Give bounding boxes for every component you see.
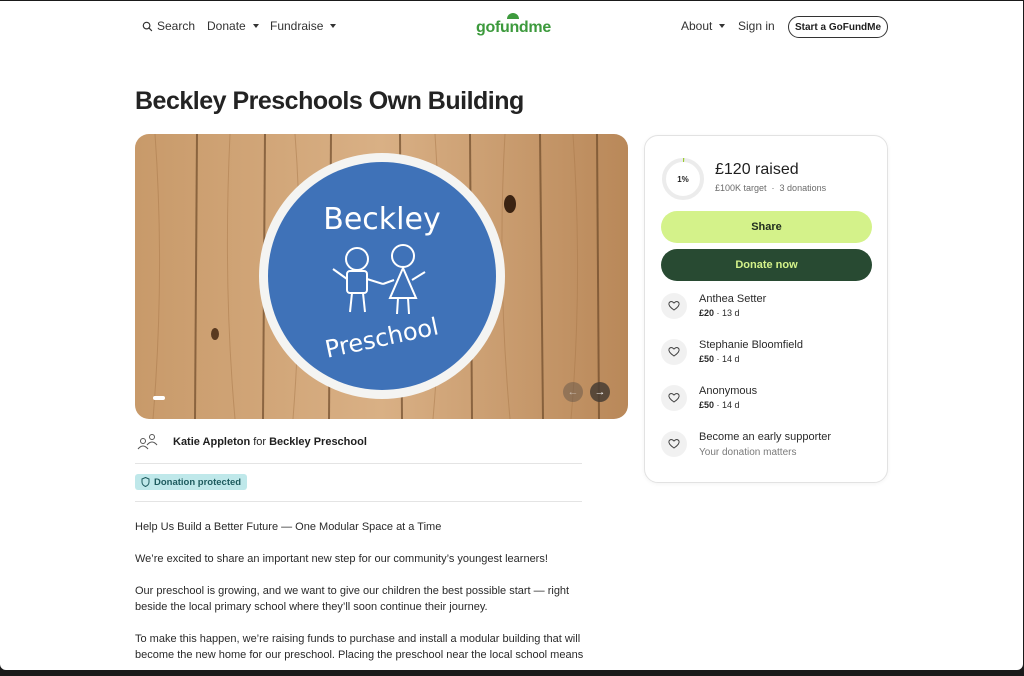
donor-name: Anonymous	[699, 385, 758, 397]
fundraise-menu[interactable]: Fundraise	[270, 19, 337, 33]
donor-amount: £50	[699, 354, 715, 364]
share-button[interactable]: Share	[661, 211, 872, 243]
amount-raised: £120 raised	[715, 161, 799, 178]
donor-name: Anthea Setter	[699, 293, 767, 305]
shield-icon	[141, 477, 150, 487]
carousel-indicator[interactable]	[153, 396, 165, 400]
donate-now-button[interactable]: Donate now	[661, 249, 872, 281]
donor-item: Anthea Setter £20 · 13 d	[661, 293, 766, 319]
sign-text-beckley: Beckley	[323, 202, 440, 237]
heart-hand-icon	[661, 385, 687, 411]
gofundme-logo[interactable]: gofundme	[476, 13, 551, 37]
story-paragraph: We’re excited to share an important new …	[135, 553, 548, 565]
divider	[135, 501, 582, 502]
chevron-down-icon	[252, 24, 259, 28]
search-label: Search	[157, 19, 196, 33]
donor-item: Stephanie Bloomfield £50 · 14 d	[661, 339, 803, 365]
heart-hand-icon	[661, 293, 687, 319]
donor-name: Stephanie Bloomfield	[699, 339, 803, 351]
start-gofundme-button[interactable]: Start a GoFundMe	[788, 16, 888, 38]
donation-protected-label: Donation protected	[154, 476, 242, 488]
donor-amount: £20	[699, 308, 715, 318]
top-nav: Search Donate Fundraise gofundme About S…	[0, 1, 1023, 53]
early-supporter-title: Become an early supporter	[699, 431, 832, 443]
heart-hand-icon	[661, 339, 687, 365]
heart-hand-icon	[661, 431, 687, 457]
progress-meta: £100K target · 3 donations	[715, 183, 826, 193]
arrow-left-icon: ←	[567, 386, 579, 398]
donor-time: · 14 d	[714, 354, 740, 364]
organizer-row[interactable]: Katie Appleton for Beckley Preschool	[135, 432, 367, 452]
donation-count: 3 donations	[779, 183, 827, 193]
arrow-right-icon: →	[594, 386, 606, 398]
chevron-down-icon	[330, 24, 337, 28]
page: Search Donate Fundraise gofundme About S…	[0, 1, 1023, 670]
early-supporter-subtitle: Your donation matters	[699, 447, 797, 458]
story-paragraph: To make this happen, we’re raising funds…	[135, 633, 584, 661]
story-paragraph: Help Us Build a Better Future — One Modu…	[135, 521, 442, 533]
donation-protected-badge[interactable]: Donation protected	[135, 474, 248, 490]
campaign-story: Help Us Build a Better Future — One Modu…	[135, 519, 585, 670]
carousel-next-button[interactable]: →	[590, 382, 610, 402]
logo-text: gofundme	[476, 19, 551, 36]
organizer-name: Katie Appleton	[173, 436, 251, 448]
wood-sign-photo: Beckley Preschool	[135, 134, 628, 419]
donor-amount: £50	[699, 400, 715, 410]
progress-percent: 1%	[677, 174, 689, 184]
campaign-image[interactable]: Beckley Preschool ← →	[135, 134, 628, 419]
donation-card: 1% £120 raised £100K target · 3 donation…	[644, 135, 888, 483]
donor-item: Anonymous £50 · 14 d	[661, 385, 757, 411]
campaign-title: Beckley Preschools Own Building	[135, 87, 524, 115]
donor-time: · 13 d	[714, 308, 740, 318]
search-link[interactable]: Search	[142, 19, 195, 33]
target-amount: £100K target	[715, 183, 767, 193]
about-menu[interactable]: About	[681, 19, 726, 33]
about-menu-label: About	[681, 19, 713, 33]
early-supporter-item[interactable]: Become an early supporter Your donation …	[661, 431, 831, 458]
beneficiary-name: Beckley Preschool	[269, 436, 367, 448]
donor-time: · 14 d	[714, 400, 740, 410]
search-icon	[142, 21, 153, 31]
story-paragraph: Our preschool is growing, and we want to…	[135, 585, 570, 613]
sign-in-link[interactable]: Sign in	[738, 19, 775, 33]
donor-amount-row: £20 · 13 d	[699, 308, 766, 318]
donate-menu-label: Donate	[207, 19, 246, 33]
meta-separator: ·	[771, 183, 775, 193]
sign-in-label: Sign in	[738, 19, 775, 33]
donate-menu[interactable]: Donate	[207, 19, 259, 33]
organizers-icon	[135, 432, 159, 452]
chevron-down-icon	[719, 24, 726, 28]
carousel-prev-button[interactable]: ←	[563, 382, 583, 402]
fundraise-menu-label: Fundraise	[270, 19, 324, 33]
donor-amount-row: £50 · 14 d	[699, 354, 803, 364]
donor-amount-row: £50 · 14 d	[699, 400, 757, 410]
organizer-for-word: for	[253, 436, 267, 448]
divider	[135, 463, 582, 464]
